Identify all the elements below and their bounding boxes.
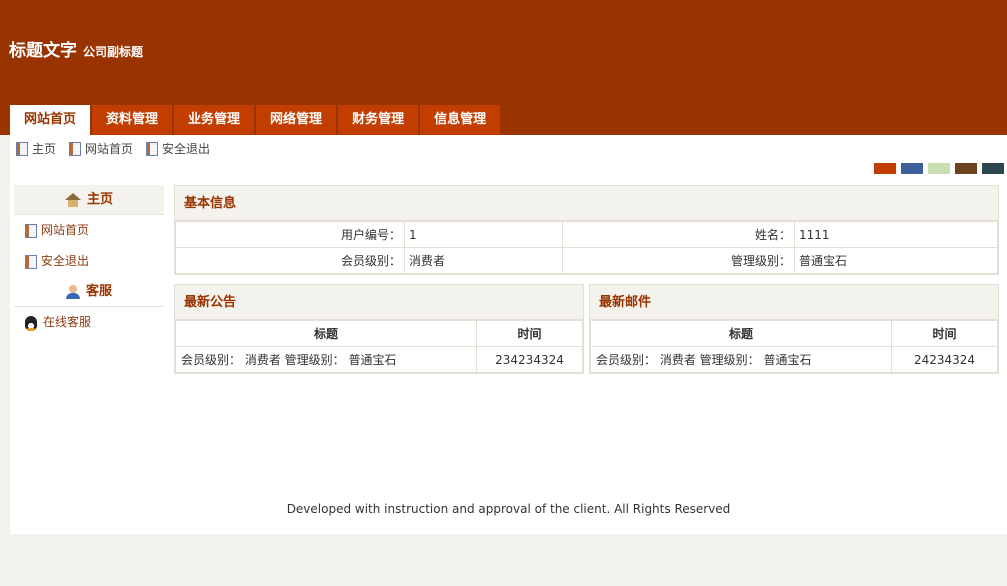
mails-table: 标题 时间 会员级别： 消费者 管理级别： 普通宝石 24234324 [590, 320, 998, 373]
sidebar-item-label: 网站首页 [41, 223, 90, 237]
sidebar-section-service: 客服 [14, 277, 164, 307]
basic-info-table: 用户编号： 1 姓名： 1111 会员级别： 消费者 管理级别： 普通宝石 [175, 221, 998, 274]
quick-link-logout[interactable]: 安全退出 [146, 140, 210, 157]
quick-links: 主页 网站首页 安全退出 [16, 140, 223, 157]
document-icon [25, 223, 37, 238]
theme-swatch-brown[interactable] [955, 163, 977, 174]
notice-title[interactable]: 会员级别： 消费者 管理级别： 普通宝石 [175, 346, 477, 373]
member-level-value: 消费者 [404, 247, 563, 274]
document-icon [16, 141, 28, 156]
sidebar-item-site-home[interactable]: 网站首页 [14, 215, 164, 246]
document-icon [146, 141, 159, 156]
tab-business-management[interactable]: 业务管理 [174, 105, 255, 135]
sidebar-item-label: 安全退出 [41, 254, 90, 268]
theme-swatch-slate[interactable] [982, 163, 1004, 174]
column-header-time: 时间 [891, 320, 998, 347]
sidebar-section-title: 客服 [85, 283, 112, 299]
mails-panel: 最新邮件 标题 时间 会员级别： 消费者 管理级别： 普通宝石 24234324 [589, 284, 999, 374]
member-level-label: 会员级别： [175, 247, 405, 274]
user-id-value: 1 [404, 221, 563, 248]
site-title: 标题文字 [9, 41, 77, 61]
user-icon [65, 284, 80, 299]
theme-swatch-red[interactable] [874, 163, 896, 174]
quick-link-label: 网站首页 [85, 142, 134, 156]
notices-table: 标题 时间 会员级别： 消费者 管理级别： 普通宝石 234234324 [175, 320, 583, 373]
table-row[interactable]: 会员级别： 消费者 管理级别： 普通宝石 24234324 [590, 346, 998, 373]
admin-level-value: 普通宝石 [794, 247, 998, 274]
panel-title: 最新公告 [175, 285, 583, 320]
tab-info-management[interactable]: 信息管理 [420, 105, 501, 135]
document-icon [25, 254, 37, 269]
qq-penguin-icon [25, 315, 37, 331]
admin-level-label: 管理级别： [562, 247, 795, 274]
theme-swatch-blue[interactable] [901, 163, 923, 174]
tab-data-management[interactable]: 资料管理 [92, 105, 173, 135]
quick-link-main[interactable]: 主页 [16, 140, 56, 157]
notice-time: 234234324 [476, 346, 583, 373]
sidebar-item-logout[interactable]: 安全退出 [14, 246, 164, 277]
quick-link-label: 主页 [32, 142, 57, 156]
user-id-label: 用户编号： [175, 221, 405, 248]
table-row: 会员级别： 消费者 管理级别： 普通宝石 [175, 247, 998, 274]
header: 标题文字 公司副标题 网站首页 资料管理 业务管理 网络管理 财务管理 信息管理 [0, 0, 1007, 135]
site-subtitle: 公司副标题 [83, 45, 144, 59]
basic-info-panel: 基本信息 用户编号： 1 姓名： 1111 会员级别： 消费者 管理级别： 普通… [174, 185, 999, 275]
quick-link-site-home[interactable]: 网站首页 [69, 140, 133, 157]
sidebar-item-online-service[interactable]: 在线客服 [14, 307, 164, 338]
main-nav-tabs: 网站首页 资料管理 业务管理 网络管理 财务管理 信息管理 [10, 105, 502, 135]
tab-finance-management[interactable]: 财务管理 [338, 105, 419, 135]
theme-swatch-green[interactable] [928, 163, 950, 174]
tab-network-management[interactable]: 网络管理 [256, 105, 337, 135]
column-header-time: 时间 [476, 320, 583, 347]
mail-time: 24234324 [891, 346, 998, 373]
name-label: 姓名： [562, 221, 795, 248]
name-value: 1111 [794, 221, 998, 248]
sidebar-item-label: 在线客服 [43, 315, 92, 329]
footer-text: Developed with instruction and approval … [286, 502, 731, 516]
sidebar: 主页 网站首页 安全退出 客服 在线客服 [14, 185, 164, 338]
mail-title[interactable]: 会员级别： 消费者 管理级别： 普通宝石 [590, 346, 892, 373]
brand: 标题文字 公司副标题 [9, 36, 143, 61]
home-icon [64, 192, 81, 207]
panel-title: 最新邮件 [590, 285, 998, 320]
content-area: 主页 网站首页 安全退出 主页 网站首页 安全退出 客服 在线客服 基本信息 用… [10, 135, 1007, 534]
table-row: 用户编号： 1 姓名： 1111 [175, 221, 998, 248]
column-header-title: 标题 [175, 320, 477, 347]
table-header-row: 标题 时间 [175, 320, 583, 347]
notices-panel: 最新公告 标题 时间 会员级别： 消费者 管理级别： 普通宝石 23423432… [174, 284, 584, 374]
column-header-title: 标题 [590, 320, 892, 347]
sidebar-section-title: 主页 [86, 191, 113, 207]
panel-title: 基本信息 [175, 186, 998, 221]
theme-swatches [869, 163, 1004, 174]
tab-home[interactable]: 网站首页 [10, 105, 91, 135]
table-row[interactable]: 会员级别： 消费者 管理级别： 普通宝石 234234324 [175, 346, 583, 373]
document-icon [69, 141, 82, 156]
sidebar-section-home: 主页 [14, 185, 164, 215]
table-header-row: 标题 时间 [590, 320, 998, 347]
quick-link-label: 安全退出 [162, 142, 211, 156]
